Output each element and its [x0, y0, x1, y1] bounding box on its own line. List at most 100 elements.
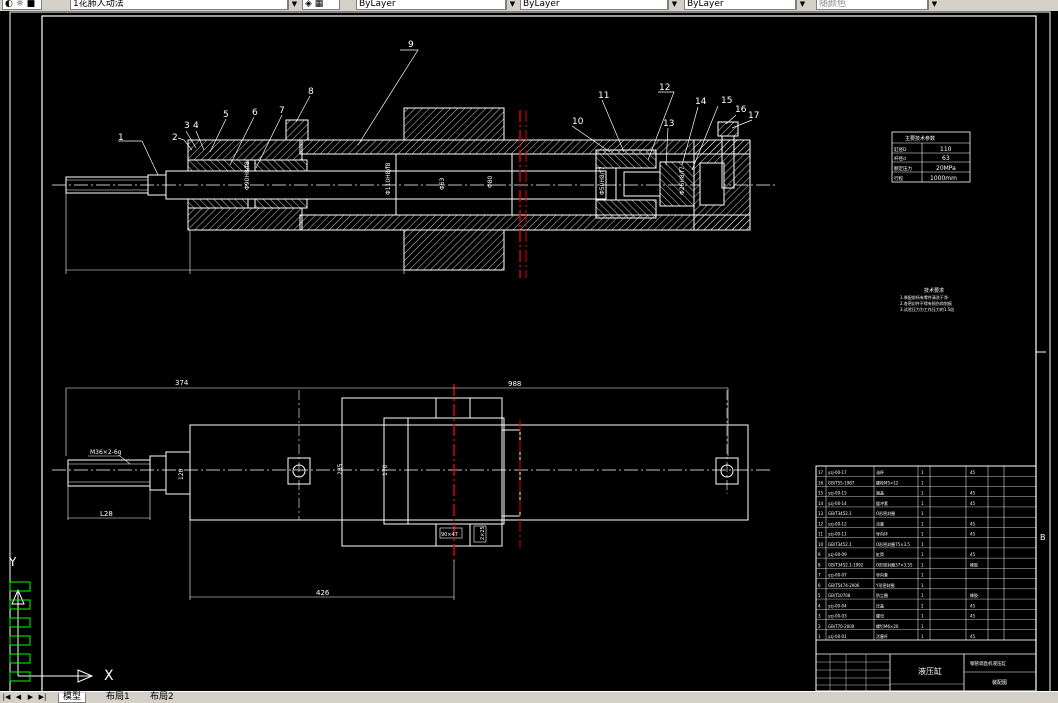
bom-cell-no: 1: [818, 634, 821, 639]
bom-cell-name: 缸筒: [876, 551, 884, 557]
dim-block: 90×47: [441, 532, 458, 538]
bom-cell-code: yzj-00-12: [828, 521, 847, 526]
color-value: ByLayer: [359, 0, 396, 9]
bom-cell-no: 3: [818, 614, 821, 619]
tab-layout1-label: 布局1: [106, 692, 130, 702]
bom-cell-no: 16: [818, 480, 824, 485]
notes-title: 技术要求: [924, 287, 944, 294]
bom-cell-code: yzj-00-15: [828, 491, 847, 496]
dim-374: 374: [175, 379, 189, 387]
plotstyle-dropdown[interactable]: 随颜色: [816, 0, 928, 10]
ucs-icon: X Y: [8, 555, 114, 684]
bom-cell-mat: 45: [970, 491, 976, 496]
bom-cell-no: 4: [818, 603, 821, 608]
bom-cell-name: 压盖: [876, 602, 884, 608]
plotstyle-value: 随颜色: [819, 0, 847, 9]
balloon-4: 4: [193, 121, 199, 131]
drawing-border: [9, 11, 1051, 693]
cad-drawing: Φ90H8/f8 Φ110H8/f8 Φ63 Φ80 Φ50H8/f7 Φ26H…: [8, 11, 1051, 693]
svg-text:Φ90H8/f8: Φ90H8/f8: [244, 161, 251, 190]
layer-dropdown-arrow-icon[interactable]: ▼: [288, 0, 300, 10]
zone-b: B: [1040, 533, 1046, 542]
drawing-canvas[interactable]: Φ90H8/f8 Φ110H8/f8 Φ63 Φ80 Φ50H8/f7 Φ26H…: [0, 11, 1058, 693]
plotstyle-dropdown-arrow-icon[interactable]: ▼: [928, 0, 940, 10]
tab-last-icon[interactable]: ▶|: [38, 693, 47, 702]
tab-next-icon[interactable]: ▶: [26, 693, 35, 702]
param-value-0: 110: [940, 146, 952, 153]
bom-cell-qty: 1: [921, 491, 924, 496]
color-dropdown[interactable]: ByLayer: [356, 0, 506, 10]
dim-block2: 2×25: [480, 526, 486, 540]
inner-frame: [41, 15, 1037, 693]
svg-text:Φ80: Φ80: [487, 175, 494, 188]
bom-cell-code: GB/T10708: [828, 593, 851, 598]
layer-dropdown[interactable]: 1花肺人动法: [70, 0, 288, 10]
outline-view: [52, 384, 770, 600]
balloon-11: 11: [598, 91, 609, 101]
bom-cell-qty: 1: [921, 542, 924, 547]
bom-cell-name: 油杯: [876, 469, 884, 475]
bom-cell-code: yzj-00-09: [828, 552, 847, 557]
bom-cell-name: 活塞杆: [876, 633, 888, 639]
bom-cell-qty: 2: [921, 603, 924, 608]
bom-cell-qty: 1: [921, 593, 924, 598]
param-label-3: 行程: [894, 175, 903, 182]
bom-cell-code: GB/T70-2000: [828, 624, 855, 629]
lineweight-dropdown-arrow-icon[interactable]: ▼: [796, 0, 808, 10]
tab-prev-icon[interactable]: ◀: [14, 693, 23, 702]
color-dropdown-arrow-icon[interactable]: ▼: [506, 0, 518, 10]
linetype-dropdown-arrow-icon[interactable]: ▼: [668, 0, 680, 10]
bom-cell-name: 螺母: [876, 613, 884, 619]
bom-cell-qty: 1: [921, 511, 924, 516]
bom-cell-mat: 橡胶: [970, 592, 978, 598]
tab-model-label: 模型: [63, 692, 82, 702]
bom-cell-no: 7: [818, 573, 821, 578]
bom-cell-mat: 45: [970, 532, 976, 537]
bom-cell-code: yzj-00-07: [828, 573, 847, 578]
balloon-10: 10: [572, 117, 584, 127]
svg-text:Φ26H8/f7: Φ26H8/f7: [679, 166, 686, 195]
dim-120: 120: [178, 468, 185, 480]
svg-text:Φ110H8/f8: Φ110H8/f8: [385, 162, 392, 195]
bom-cell-qty: 1: [921, 480, 924, 485]
bom-cell-name: O形密封圈: [876, 510, 895, 516]
param-label-1: 杆径d: [894, 155, 906, 162]
bom-cell-code: yzj-00-04: [828, 603, 847, 608]
linetype-value: ByLayer: [523, 0, 560, 9]
bom-cell-qty: 1: [921, 552, 924, 557]
lineweight-dropdown[interactable]: ByLayer: [684, 0, 796, 10]
bom-cell-name: Y形密封圈: [875, 582, 894, 588]
tab-layout2-label: 布局2: [150, 692, 174, 702]
balloon-2: 2: [172, 133, 178, 143]
bom-cell-code: GB/T3452.1-1992: [828, 562, 864, 567]
bom-cell-qty: 1: [921, 634, 924, 639]
layer-state-icons[interactable]: ◐ ☼ ■: [2, 0, 42, 10]
params-table: 主要技术参数 缸径D 110 杆径d 63 额定压力 20MPa 行程 1000…: [891, 131, 971, 183]
bom-cell-name: O形密封圈75×3.5: [876, 541, 910, 547]
technical-notes: 技术要求 1.装配前所有零件清洗干净 2.各密封件不得有损伤和划痕 3.试验压力…: [900, 287, 954, 312]
bom-cell-qty: 1: [921, 624, 924, 629]
bom-cell-qty: 1: [921, 583, 924, 588]
bom-cell-code: GB/T3452.1: [828, 511, 852, 516]
bom-cell-name: 导向环: [876, 531, 888, 537]
bom-cell-no: 12: [818, 521, 824, 526]
param-label-2: 额定压力: [894, 165, 912, 172]
bom-cell-mat: 45: [970, 614, 976, 619]
linetype-dropdown[interactable]: ByLayer: [520, 0, 668, 10]
bom-cell-mat: 45: [970, 603, 976, 608]
bom-cell-mat: 45: [970, 634, 976, 639]
balloon-16: 16: [735, 105, 747, 115]
bom-cell-mat: 45: [970, 470, 976, 475]
bom-cell-code: yzj-00-03: [828, 614, 847, 619]
param-value-2: 20MPa: [936, 165, 956, 172]
bom-cell-qty: 1: [921, 521, 924, 526]
layer-tools-icon[interactable]: ◈ ▦: [302, 0, 340, 10]
bom-cell-no: 14: [818, 501, 824, 506]
tab-first-icon[interactable]: |◀: [2, 693, 11, 702]
bom-cell-name: 端盖: [876, 490, 884, 496]
bom-cell-mat: 橡胶: [970, 561, 978, 567]
param-label-0: 缸径D: [894, 146, 907, 153]
svg-text:Φ50H8/f7: Φ50H8/f7: [599, 166, 606, 195]
bom-cell-name: 螺栓M5×12: [876, 479, 899, 485]
balloon-7: 7: [279, 106, 285, 116]
